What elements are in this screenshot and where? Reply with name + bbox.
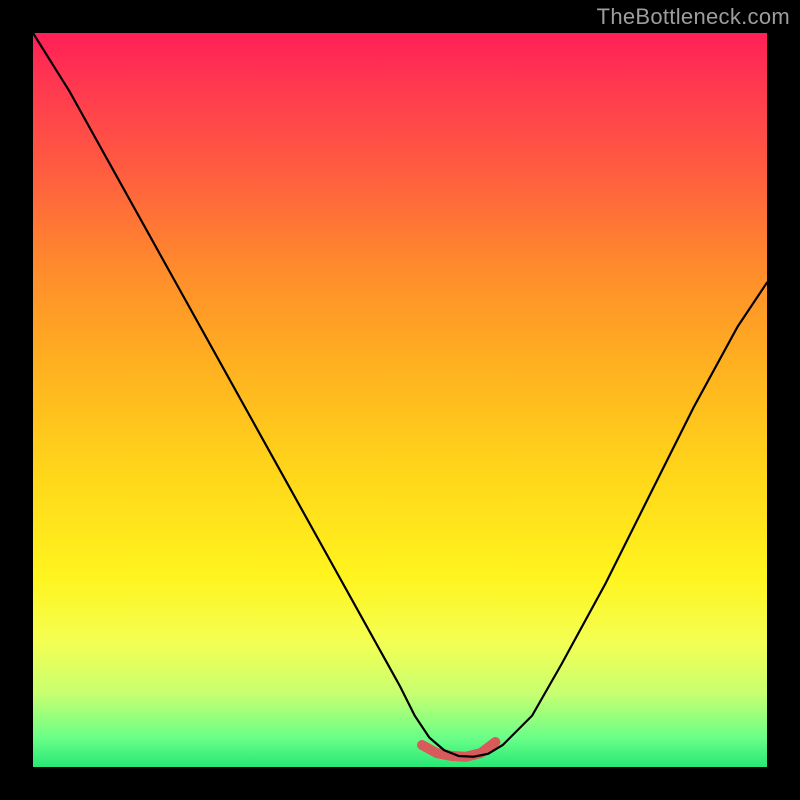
chart-svg — [33, 33, 767, 767]
watermark-label: TheBottleneck.com — [597, 4, 790, 30]
plot-area — [32, 32, 768, 768]
canvas: TheBottleneck.com — [0, 0, 800, 800]
bottleneck-curve — [33, 33, 767, 757]
